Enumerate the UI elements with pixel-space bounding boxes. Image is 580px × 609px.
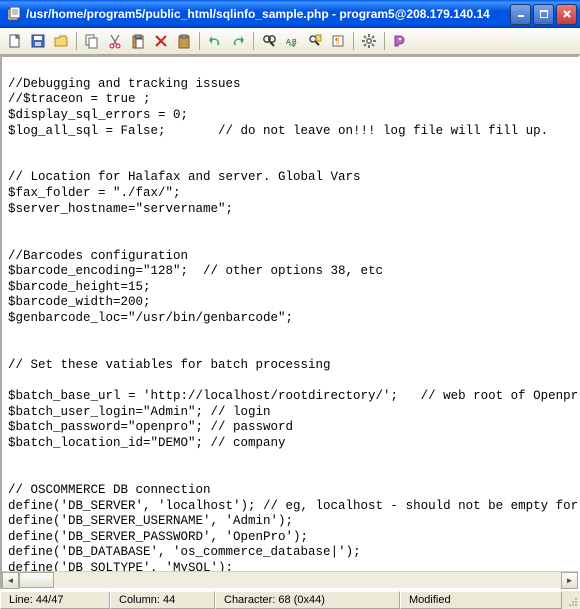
toolbar-separator (253, 32, 254, 50)
delete-icon[interactable] (150, 30, 172, 52)
window-controls (510, 4, 577, 25)
undo-icon[interactable] (204, 30, 226, 52)
horizontal-scrollbar[interactable]: ◄ ► (2, 571, 578, 588)
scroll-thumb[interactable] (19, 572, 54, 588)
status-character: Character: 68 (0x44) (215, 591, 400, 609)
toolbar-separator (76, 32, 77, 50)
help-icon[interactable] (389, 30, 411, 52)
new-icon[interactable] (4, 30, 26, 52)
svg-text:¶: ¶ (335, 37, 339, 46)
toolbar: AB ¶ (0, 28, 580, 55)
open-icon[interactable] (50, 30, 72, 52)
status-column: Column: 44 (110, 591, 215, 609)
paste-icon[interactable] (127, 30, 149, 52)
code-editor[interactable]: //Debugging and tracking issues //$trace… (2, 57, 578, 571)
scroll-track[interactable] (19, 572, 561, 588)
window-title: /usr/home/program5/public_html/sqlinfo_s… (26, 7, 510, 21)
toolbar-separator (199, 32, 200, 50)
toolbar-separator (384, 32, 385, 50)
status-bar: Line: 44/47 Column: 44 Character: 68 (0x… (0, 590, 580, 609)
find-icon[interactable] (258, 30, 280, 52)
close-button[interactable] (556, 4, 577, 25)
resize-grip[interactable] (562, 591, 580, 609)
save-icon[interactable] (27, 30, 49, 52)
maximize-button[interactable] (533, 4, 554, 25)
redo-icon[interactable] (227, 30, 249, 52)
window-titlebar: /usr/home/program5/public_html/sqlinfo_s… (0, 0, 580, 28)
copy-icon[interactable] (81, 30, 103, 52)
bookmark-icon[interactable] (304, 30, 326, 52)
status-modified: Modified (400, 591, 562, 609)
minimize-button[interactable] (510, 4, 531, 25)
find-next-icon[interactable]: AB (281, 30, 303, 52)
scroll-left-button[interactable]: ◄ (2, 572, 19, 589)
editor-area: //Debugging and tracking issues //$trace… (0, 55, 580, 590)
status-line: Line: 44/47 (0, 591, 110, 609)
app-icon (6, 6, 22, 22)
settings-icon[interactable] (358, 30, 380, 52)
clipboard-icon[interactable] (173, 30, 195, 52)
special-icon[interactable]: ¶ (327, 30, 349, 52)
toolbar-separator (353, 32, 354, 50)
scroll-right-button[interactable]: ► (561, 572, 578, 589)
cut-icon[interactable] (104, 30, 126, 52)
